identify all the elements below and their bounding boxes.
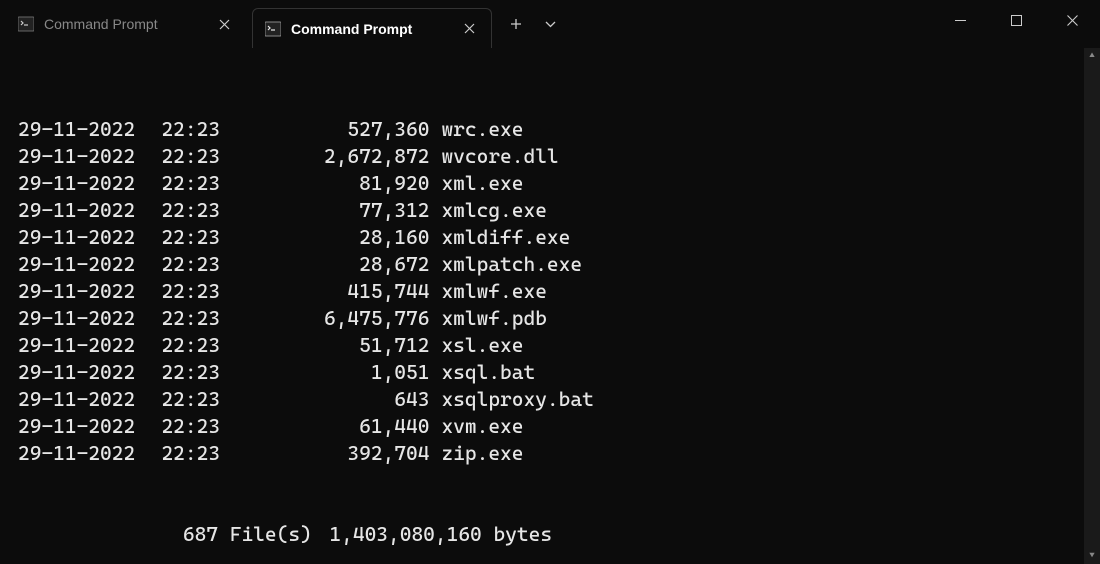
new-tab-button[interactable] <box>498 6 534 42</box>
terminal-icon <box>265 21 281 37</box>
close-icon[interactable] <box>214 14 234 34</box>
list-item: 29-11-2022 22:2351,712xsl.exe <box>18 332 1070 359</box>
terminal-output[interactable]: 29-11-2022 22:23527,360wrc.exe29-11-2022… <box>0 48 1084 564</box>
list-item: 29-11-2022 22:2381,920xml.exe <box>18 170 1070 197</box>
list-item: 29-11-2022 22:23527,360wrc.exe <box>18 116 1070 143</box>
tabs-container: Command Prompt Command Prompt <box>0 0 566 48</box>
tab-label: Command Prompt <box>44 16 204 32</box>
list-item: 29-11-2022 22:23415,744xmlwf.exe <box>18 278 1070 305</box>
list-item: 29-11-2022 22:23643xsqlproxy.bat <box>18 386 1070 413</box>
close-icon[interactable] <box>459 19 479 39</box>
files-summary: 687 File(s)1,403,080,160 bytes <box>18 521 1070 548</box>
tab-command-prompt-1[interactable]: Command Prompt <box>6 6 246 42</box>
terminal-icon <box>18 16 34 32</box>
scroll-down-button[interactable]: ▼ <box>1084 548 1100 564</box>
list-item: 29-11-2022 22:236,475,776xmlwf.pdb <box>18 305 1070 332</box>
list-item: 29-11-2022 22:2328,672xmlpatch.exe <box>18 251 1070 278</box>
tab-dropdown-button[interactable] <box>534 6 566 42</box>
scroll-up-button[interactable]: ▲ <box>1084 48 1100 64</box>
list-item: 29-11-2022 22:231,051xsql.bat <box>18 359 1070 386</box>
minimize-button[interactable] <box>932 0 988 40</box>
tab-command-prompt-2[interactable]: Command Prompt <box>252 8 492 48</box>
scrollbar[interactable]: ▲ ▼ <box>1084 48 1100 564</box>
titlebar: Command Prompt Command Prompt <box>0 0 1100 48</box>
tab-label: Command Prompt <box>291 21 449 37</box>
list-item: 29-11-2022 22:2377,312xmlcg.exe <box>18 197 1070 224</box>
list-item: 29-11-2022 22:2328,160xmldiff.exe <box>18 224 1070 251</box>
maximize-button[interactable] <box>988 0 1044 40</box>
close-window-button[interactable] <box>1044 0 1100 40</box>
list-item: 29-11-2022 22:2361,440xvm.exe <box>18 413 1070 440</box>
window-controls <box>932 0 1100 48</box>
list-item: 29-11-2022 22:232,672,872wvcore.dll <box>18 143 1070 170</box>
list-item: 29-11-2022 22:23392,704zip.exe <box>18 440 1070 467</box>
